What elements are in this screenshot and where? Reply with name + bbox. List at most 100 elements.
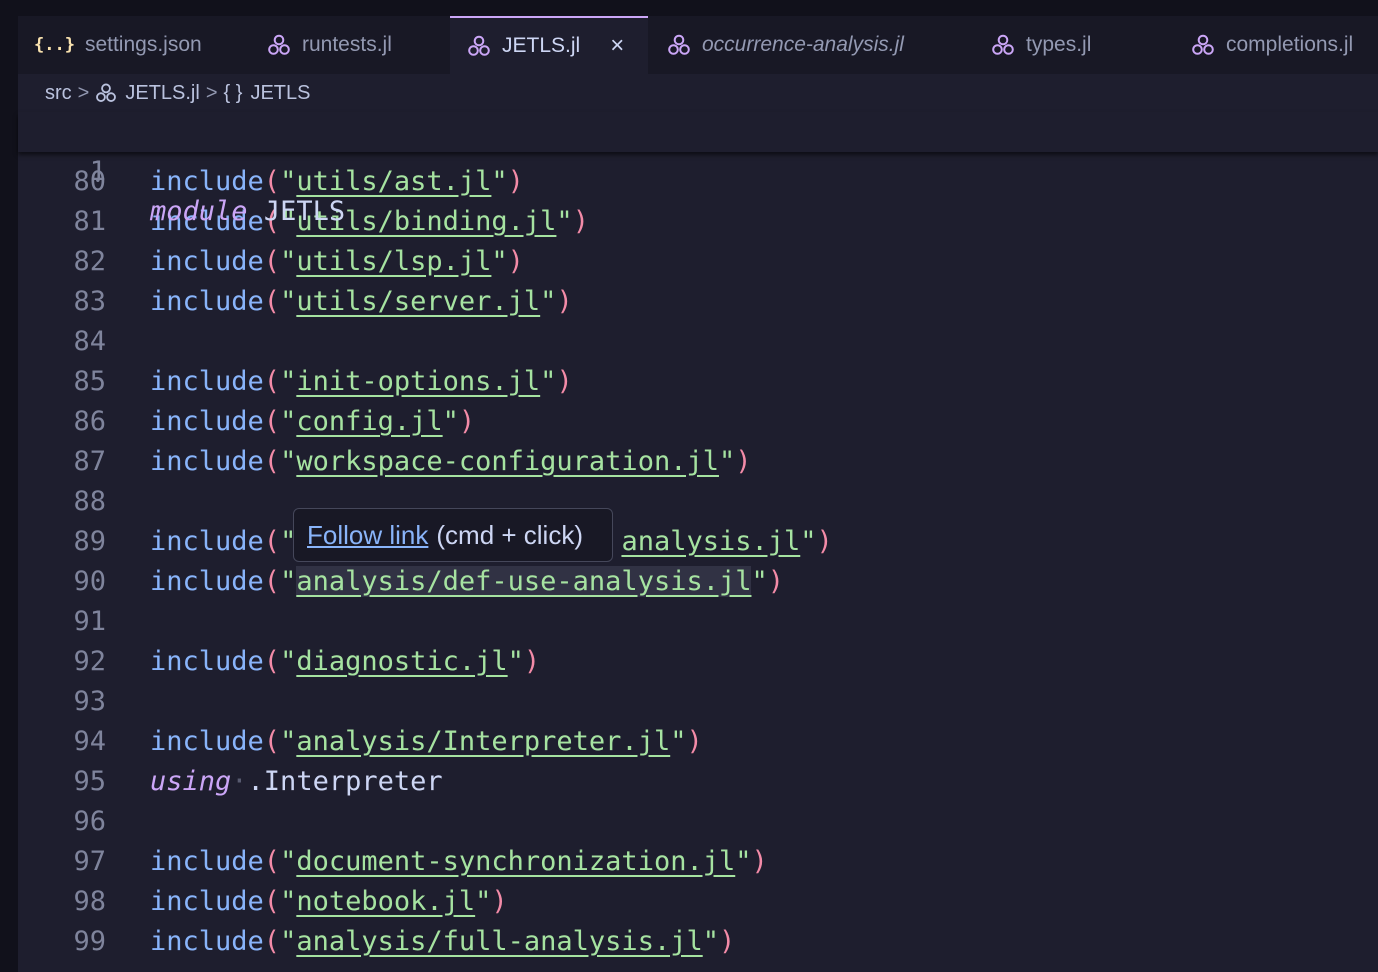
code-line[interactable]: 91 xyxy=(18,602,1378,642)
tab-occurrence-analysis-jl[interactable]: occurrence-analysis.jl xyxy=(666,16,904,74)
tab-label: JETLS.jl xyxy=(502,34,581,57)
file-link[interactable]: document-synchronization.jl xyxy=(296,846,735,877)
file-link[interactable]: analysis/Interpreter.jl xyxy=(296,726,670,757)
whitespace-marker: · xyxy=(231,766,248,797)
code-line[interactable]: 86 include("config.jl") xyxy=(18,402,1378,442)
string-quote: " xyxy=(280,566,297,597)
code-line[interactable]: 89include("analysis/occurrence-analysis.… xyxy=(18,522,1378,562)
breadcrumb-file[interactable]: JETLS.jl xyxy=(95,82,200,105)
line-content: include("init-options.jl") xyxy=(150,362,573,402)
tab-jetls-jl[interactable]: JETLS.jl × xyxy=(450,16,648,74)
close-paren: ) xyxy=(735,446,752,477)
module-keyword: module xyxy=(150,196,248,227)
close-icon[interactable]: × xyxy=(610,34,624,58)
code-line[interactable]: 95 using·.Interpreter xyxy=(18,762,1378,802)
open-paren: ( xyxy=(263,526,281,557)
module-braces-icon: { } xyxy=(223,81,243,104)
string-quote: " xyxy=(280,286,297,317)
code-line[interactable]: 94 include("analysis/Interpreter.jl") xyxy=(18,722,1378,762)
open-paren: ( xyxy=(263,926,281,957)
follow-link-tooltip: Follow link (cmd + click) xyxy=(293,508,613,562)
include-call: include xyxy=(150,446,264,477)
line-number: 95 xyxy=(73,766,106,797)
line-number: 97 xyxy=(73,846,106,877)
file-link[interactable]: workspace-configuration.jl xyxy=(296,446,719,477)
string-quote: " xyxy=(280,366,297,397)
code-line[interactable]: 97 include("document-synchronization.jl") xyxy=(18,842,1378,882)
include-call: include xyxy=(150,526,264,557)
include-call: include xyxy=(150,366,264,397)
string-quote: " xyxy=(280,726,297,757)
open-paren: ( xyxy=(263,846,281,877)
line-content: include("utils/lsp.jl") xyxy=(150,242,524,282)
close-paren: ) xyxy=(751,846,768,877)
code-line[interactable]: 92 include("diagnostic.jl") xyxy=(18,642,1378,682)
line-content: include("analysis/full-analysis.jl") xyxy=(150,922,735,962)
tab-label: occurrence-analysis.jl xyxy=(702,33,904,56)
string-quote: " xyxy=(507,646,524,677)
module-ref: .Interpreter xyxy=(247,766,443,797)
line-content: include("workspace-configuration.jl") xyxy=(150,442,752,482)
tab-completions-jl[interactable]: completions.jl xyxy=(1190,16,1353,74)
sticky-scroll-header[interactable]: 1 module JETLS xyxy=(18,112,1378,227)
close-paren: ) xyxy=(767,566,785,597)
chevron-right-icon: > xyxy=(205,81,218,104)
code-line[interactable]: 93 xyxy=(18,682,1378,722)
breadcrumb-symbol[interactable]: { } JETLS xyxy=(224,82,311,105)
string-quote: " xyxy=(556,206,573,237)
code-line[interactable]: 82 include("utils/lsp.jl") xyxy=(18,242,1378,282)
tab-runtests-jl[interactable]: runtests.jl xyxy=(266,16,392,74)
code-line[interactable]: 98 include("notebook.jl") xyxy=(18,882,1378,922)
file-link[interactable]: config.jl xyxy=(296,406,442,437)
string-quote: " xyxy=(280,406,297,437)
line-content: include("diagnostic.jl") xyxy=(150,642,540,682)
line-number: 89 xyxy=(73,526,106,557)
file-link[interactable]: analysis/def-use-analysis.jl xyxy=(296,566,752,597)
file-link[interactable]: notebook.jl xyxy=(296,886,475,917)
close-paren: ) xyxy=(816,526,833,557)
string-quote: " xyxy=(442,406,459,437)
line-number: 88 xyxy=(73,486,106,517)
file-link[interactable]: analysis/full-analysis.jl xyxy=(296,926,702,957)
tab-settings-json[interactable]: {..} settings.json xyxy=(34,16,202,74)
file-link[interactable]: analysis.jl xyxy=(621,526,800,557)
line-number: 1 xyxy=(89,156,106,187)
line-number: 96 xyxy=(73,806,106,837)
code-line[interactable]: 96 xyxy=(18,802,1378,842)
line-number: 87 xyxy=(73,446,106,477)
file-link[interactable]: utils/lsp.jl xyxy=(296,246,491,277)
julia-icon xyxy=(266,32,292,58)
line-content: include("utils/server.jl") xyxy=(150,282,573,322)
tab-types-jl[interactable]: types.jl xyxy=(990,16,1091,74)
include-call: include xyxy=(150,246,264,277)
code-line[interactable]: 87 include("workspace-configuration.jl") xyxy=(18,442,1378,482)
close-paren: ) xyxy=(556,286,573,317)
code-editor[interactable]: 80 include("utils/ast.jl") 81 include("util… xyxy=(18,152,1378,972)
code-line[interactable]: 85 include("init-options.jl") xyxy=(18,362,1378,402)
line-number: 85 xyxy=(73,366,106,397)
code-line[interactable]: 88 xyxy=(18,482,1378,522)
string-quote: " xyxy=(491,166,508,197)
chevron-right-icon: > xyxy=(77,81,90,104)
string-quote: " xyxy=(280,246,297,277)
julia-icon xyxy=(1190,32,1216,58)
close-paren: ) xyxy=(572,206,589,237)
line-content: include("analysis/Interpreter.jl") xyxy=(150,722,703,762)
line-number: 93 xyxy=(73,686,106,717)
code-line[interactable]: 83 include("utils/server.jl") xyxy=(18,282,1378,322)
tab-label: settings.json xyxy=(84,33,202,56)
follow-link[interactable]: Follow link xyxy=(307,520,428,551)
include-call: include xyxy=(150,886,264,917)
file-link[interactable]: utils/server.jl xyxy=(296,286,540,317)
line-number: 92 xyxy=(73,646,106,677)
code-line[interactable]: 90 include("analysis/def-use-analysis.jl"… xyxy=(18,562,1378,602)
line-number: 83 xyxy=(73,286,106,317)
file-link[interactable]: init-options.jl xyxy=(296,366,540,397)
file-link[interactable]: diagnostic.jl xyxy=(296,646,507,677)
breadcrumb-folder[interactable]: src xyxy=(45,82,72,105)
code-line[interactable]: 84 xyxy=(18,322,1378,362)
tab-label: runtests.jl xyxy=(302,33,392,56)
string-quote: " xyxy=(702,926,719,957)
close-paren: ) xyxy=(458,406,476,437)
code-line[interactable]: 99 include("analysis/full-analysis.jl") xyxy=(18,922,1378,962)
